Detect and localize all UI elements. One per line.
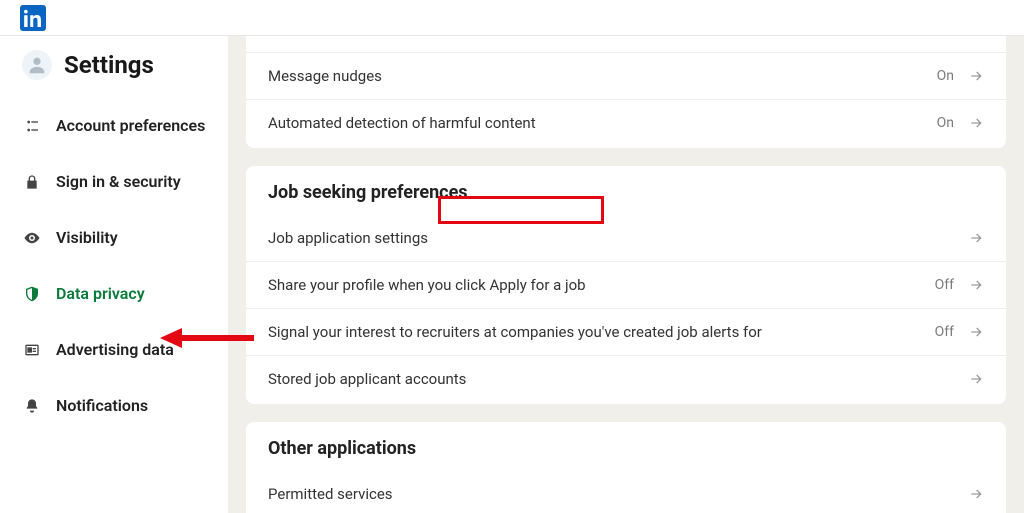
sidebar-item-label: Visibility <box>56 228 118 249</box>
setting-label: Permitted services <box>268 485 393 503</box>
section-title: Job seeking preferences <box>246 166 1006 215</box>
lock-icon <box>22 174 42 190</box>
ad-card-icon <box>22 342 42 358</box>
avatar <box>22 50 52 80</box>
setting-value: Off <box>935 277 954 293</box>
sidebar-item-data-privacy[interactable]: Data privacy <box>0 266 228 322</box>
settings-header: Settings <box>0 50 228 98</box>
sidebar-item-account-preferences[interactable]: Account preferences <box>0 98 228 154</box>
setting-label: Stored job applicant accounts <box>268 370 466 388</box>
arrow-right-icon <box>968 277 984 293</box>
settings-card-misc: Message nudges On Automated detection of… <box>246 36 1006 148</box>
arrow-right-icon <box>968 371 984 387</box>
sidebar-item-notifications[interactable]: Notifications <box>0 378 228 434</box>
setting-label: Automated detection of harmful content <box>268 114 536 132</box>
arrow-right-icon <box>968 68 984 84</box>
sidebar-item-label: Notifications <box>56 396 148 417</box>
sidebar-item-label: Account preferences <box>56 116 205 137</box>
topbar <box>0 0 1024 36</box>
setting-label: Signal your interest to recruiters at co… <box>268 323 762 341</box>
linkedin-logo[interactable] <box>20 5 46 31</box>
page-title: Settings <box>64 51 154 79</box>
arrow-right-icon <box>968 324 984 340</box>
sidebar-item-advertising-data[interactable]: Advertising data <box>0 322 228 378</box>
arrow-right-icon <box>968 230 984 246</box>
sidebar-item-label: Advertising data <box>56 340 174 361</box>
setting-value: On <box>937 115 954 131</box>
cutoff-row-hint <box>246 36 1006 52</box>
settings-card-other-applications: Other applications Permitted services Mi… <box>246 422 1006 513</box>
shield-icon <box>22 286 42 302</box>
setting-row-job-application-settings[interactable]: Job application settings <box>246 215 1006 261</box>
bell-icon <box>22 398 42 414</box>
user-dots-icon <box>22 118 42 134</box>
setting-label: Message nudges <box>268 67 382 85</box>
setting-row[interactable]: Automated detection of harmful content O… <box>246 99 1006 146</box>
sidebar: Settings Account preferences Sign in & s… <box>0 36 228 513</box>
setting-value: On <box>937 68 954 84</box>
setting-row[interactable]: Stored job applicant accounts <box>246 355 1006 402</box>
eye-icon <box>22 229 42 247</box>
setting-value: Off <box>935 324 954 340</box>
main-content: Message nudges On Automated detection of… <box>228 36 1024 513</box>
setting-label: Job application settings <box>268 229 428 247</box>
setting-row[interactable]: Permitted services <box>246 471 1006 513</box>
sidebar-item-label: Data privacy <box>56 284 145 305</box>
section-title: Other applications <box>246 422 1006 471</box>
setting-row[interactable]: Share your profile when you click Apply … <box>246 261 1006 308</box>
setting-row[interactable]: Message nudges On <box>246 52 1006 99</box>
arrow-right-icon <box>968 115 984 131</box>
setting-row[interactable]: Signal your interest to recruiters at co… <box>246 308 1006 355</box>
sidebar-item-visibility[interactable]: Visibility <box>0 210 228 266</box>
sidebar-item-label: Sign in & security <box>56 172 181 193</box>
settings-card-job-seeking: Job seeking preferences Job application … <box>246 166 1006 404</box>
setting-label: Share your profile when you click Apply … <box>268 276 586 294</box>
sidebar-item-sign-in-security[interactable]: Sign in & security <box>0 154 228 210</box>
arrow-right-icon <box>968 486 984 502</box>
